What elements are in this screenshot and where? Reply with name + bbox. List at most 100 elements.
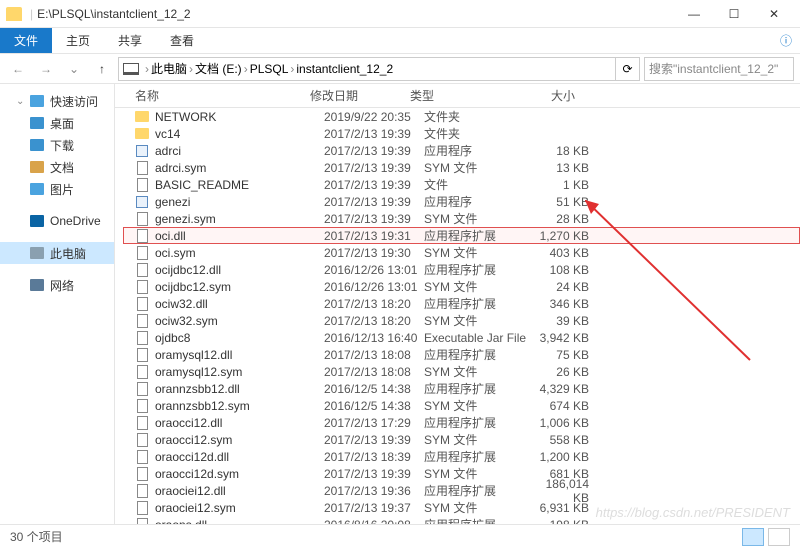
- crumb-drive[interactable]: 文档 (E:): [195, 60, 242, 77]
- file-row[interactable]: NETWORK2019/9/22 20:35文件夹: [123, 108, 800, 125]
- col-date[interactable]: 修改日期: [310, 87, 410, 104]
- file-date: 2016/12/26 13:01: [324, 263, 424, 277]
- file-name: oramysql12.dll: [155, 348, 324, 362]
- file-row[interactable]: ojdbc82016/12/13 16:40Executable Jar Fil…: [123, 329, 800, 346]
- file-size: 1 KB: [529, 178, 589, 192]
- sidebar-item-pics[interactable]: 图片: [0, 178, 114, 200]
- file-row[interactable]: ocijdbc12.dll2016/12/26 13:01应用程序扩展108 K…: [123, 261, 800, 278]
- sidebar-item-onedrive[interactable]: OneDrive: [0, 210, 114, 232]
- file-name: genezi: [155, 195, 324, 209]
- chevron-right-icon: ›: [145, 62, 149, 76]
- col-type[interactable]: 类型: [410, 87, 515, 104]
- forward-button[interactable]: →: [34, 57, 58, 81]
- file-row[interactable]: ociw32.sym2017/2/13 18:20SYM 文件39 KB: [123, 312, 800, 329]
- file-type: 应用程序扩展: [424, 516, 529, 524]
- file-row[interactable]: oramysql12.sym2017/2/13 18:08SYM 文件26 KB: [123, 363, 800, 380]
- sidebar-label: 桌面: [50, 115, 74, 132]
- search-input[interactable]: 搜索"instantclient_12_2": [644, 57, 794, 81]
- refresh-button[interactable]: ⟳: [616, 57, 640, 81]
- file-date: 2019/9/22 20:35: [324, 110, 424, 124]
- file-date: 2017/2/13 18:39: [324, 450, 424, 464]
- tab-file[interactable]: 文件: [0, 28, 52, 53]
- file-icon: [135, 263, 149, 277]
- file-size: 24 KB: [529, 280, 589, 294]
- file-size: 198 KB: [529, 518, 589, 525]
- file-row[interactable]: orannzsbb12.dll2016/12/5 14:38应用程序扩展4,32…: [123, 380, 800, 397]
- file-type: SYM 文件: [424, 363, 529, 380]
- file-icon: [135, 229, 149, 243]
- sidebar-item-net[interactable]: 网络: [0, 274, 114, 296]
- file-date: 2017/2/13 19:37: [324, 501, 424, 515]
- recent-button[interactable]: ⌄: [62, 57, 86, 81]
- sidebar-item-docs[interactable]: 文档: [0, 156, 114, 178]
- file-type: 应用程序扩展: [424, 261, 529, 278]
- sidebar-label: 此电脑: [50, 245, 86, 262]
- col-size[interactable]: 大小: [515, 87, 575, 104]
- crumb-pc[interactable]: 此电脑: [151, 60, 187, 77]
- tab-home[interactable]: 主页: [52, 28, 104, 53]
- file-row[interactable]: oraocci12.sym2017/2/13 19:39SYM 文件558 KB: [123, 431, 800, 448]
- maximize-button[interactable]: ☐: [714, 0, 754, 28]
- file-name: genezi.sym: [155, 212, 324, 226]
- file-type: SYM 文件: [424, 159, 529, 176]
- file-row[interactable]: oraocci12d.dll2017/2/13 18:39应用程序扩展1,200…: [123, 448, 800, 465]
- file-size: 51 KB: [529, 195, 589, 209]
- back-button[interactable]: ←: [6, 57, 30, 81]
- file-list[interactable]: NETWORK2019/9/22 20:35文件夹vc142017/2/13 1…: [115, 108, 800, 524]
- file-name: oraocci12d.dll: [155, 450, 324, 464]
- close-button[interactable]: ✕: [754, 0, 794, 28]
- breadcrumb[interactable]: › 此电脑 › 文档 (E:) › PLSQL › instantclient_…: [118, 57, 616, 81]
- file-row[interactable]: oci.dll2017/2/13 19:31应用程序扩展1,270 KB: [123, 227, 800, 244]
- sidebar-item-quick[interactable]: ⌄快速访问: [0, 90, 114, 112]
- file-type: 文件夹: [424, 108, 529, 125]
- file-row[interactable]: adrci2017/2/13 19:39应用程序18 KB: [123, 142, 800, 159]
- file-type: 应用程序扩展: [424, 414, 529, 431]
- sidebar-item-download[interactable]: 下载: [0, 134, 114, 156]
- file-row[interactable]: oraocci12.dll2017/2/13 17:29应用程序扩展1,006 …: [123, 414, 800, 431]
- file-row[interactable]: BASIC_README2017/2/13 19:39文件1 KB: [123, 176, 800, 193]
- minimize-button[interactable]: —: [674, 0, 714, 28]
- file-icon: [135, 280, 149, 294]
- file-row[interactable]: vc142017/2/13 19:39文件夹: [123, 125, 800, 142]
- file-date: 2016/12/13 16:40: [324, 331, 424, 345]
- file-type: SYM 文件: [424, 278, 529, 295]
- file-row[interactable]: genezi2017/2/13 19:39应用程序51 KB: [123, 193, 800, 210]
- file-name: adrci: [155, 144, 324, 158]
- file-size: 4,329 KB: [529, 382, 589, 396]
- file-type: SYM 文件: [424, 312, 529, 329]
- file-date: 2017/2/13 18:08: [324, 348, 424, 362]
- chevron-right-icon: ›: [290, 62, 294, 76]
- icons-view-button[interactable]: [768, 528, 790, 546]
- chevron-right-icon: ›: [189, 62, 193, 76]
- file-size: 558 KB: [529, 433, 589, 447]
- file-icon: [135, 331, 149, 345]
- file-icon: [135, 161, 149, 175]
- help-button[interactable]: ⓘ: [772, 28, 800, 53]
- file-row[interactable]: ocijdbc12.sym2016/12/26 13:01SYM 文件24 KB: [123, 278, 800, 295]
- details-view-button[interactable]: [742, 528, 764, 546]
- sidebar-item-pc[interactable]: 此电脑: [0, 242, 114, 264]
- file-type: 应用程序: [424, 142, 529, 159]
- statusbar: 30 个项目: [0, 524, 800, 548]
- file-row[interactable]: genezi.sym2017/2/13 19:39SYM 文件28 KB: [123, 210, 800, 227]
- file-name: ocijdbc12.dll: [155, 263, 324, 277]
- file-row[interactable]: oramysql12.dll2017/2/13 18:08应用程序扩展75 KB: [123, 346, 800, 363]
- file-date: 2017/2/13 19:39: [324, 127, 424, 141]
- sidebar-item-desktop[interactable]: 桌面: [0, 112, 114, 134]
- sidebar-label: 图片: [50, 181, 74, 198]
- file-row[interactable]: orannzsbb12.sym2016/12/5 14:38SYM 文件674 …: [123, 397, 800, 414]
- up-button[interactable]: ↑: [90, 57, 114, 81]
- tab-share[interactable]: 共享: [104, 28, 156, 53]
- col-name[interactable]: 名称: [135, 87, 310, 104]
- file-row[interactable]: oraocci12d.sym2017/2/13 19:39SYM 文件681 K…: [123, 465, 800, 482]
- file-row[interactable]: oci.sym2017/2/13 19:30SYM 文件403 KB: [123, 244, 800, 261]
- sidebar-label: 网络: [50, 277, 74, 294]
- file-icon: [135, 297, 149, 311]
- crumb-folder2[interactable]: instantclient_12_2: [296, 62, 393, 76]
- crumb-folder1[interactable]: PLSQL: [250, 62, 289, 76]
- file-row[interactable]: ociw32.dll2017/2/13 18:20应用程序扩展346 KB: [123, 295, 800, 312]
- file-icon: [135, 467, 149, 481]
- tab-view[interactable]: 查看: [156, 28, 208, 53]
- file-row[interactable]: oraociei12.dll2017/2/13 19:36应用程序扩展186,0…: [123, 482, 800, 499]
- file-row[interactable]: adrci.sym2017/2/13 19:39SYM 文件13 KB: [123, 159, 800, 176]
